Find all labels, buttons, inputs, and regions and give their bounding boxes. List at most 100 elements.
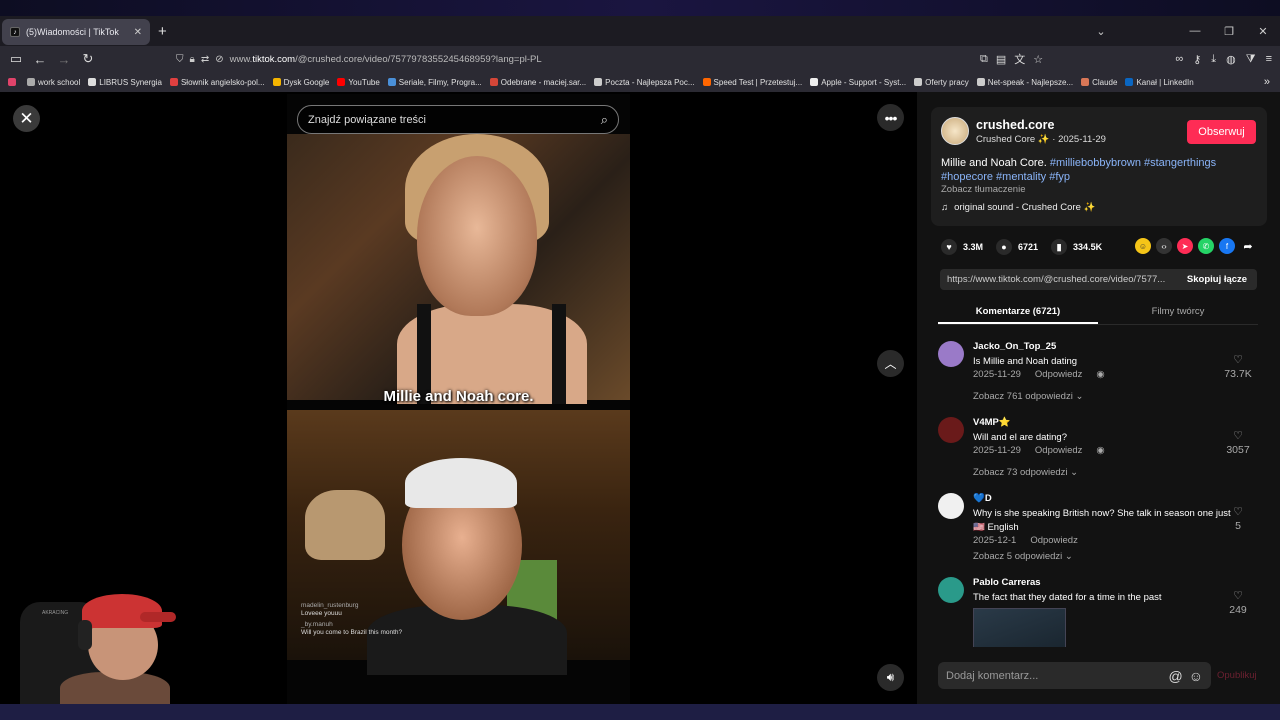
post-hashtags[interactable]: #hopecore #mentality #fyp xyxy=(941,171,1070,183)
bookmark-item[interactable]: Słownik angielsko-pol... xyxy=(169,78,265,87)
follow-button[interactable]: Obserwuj xyxy=(1187,120,1256,144)
bookmark-item[interactable]: Speed Test | Przetestuj... xyxy=(702,78,802,87)
back-button[interactable]: ← xyxy=(28,52,52,67)
bookmark-favicon-icon xyxy=(914,78,923,86)
like-button[interactable]: ♥ 3.3M xyxy=(941,239,983,255)
reader-view-icon[interactable]: ▤ xyxy=(996,53,1006,66)
commenter-avatar[interactable] xyxy=(938,341,964,367)
author-avatar[interactable] xyxy=(941,117,969,145)
more-options-button[interactable]: ••• xyxy=(877,104,904,131)
tab-close-icon[interactable]: ✕ xyxy=(134,27,142,38)
bookmark-item[interactable]: work school xyxy=(27,78,80,87)
comment-like-button[interactable]: ♡ 249 xyxy=(1218,589,1258,616)
volume-button[interactable]: 🔊︎ xyxy=(877,664,904,691)
bookmark-item[interactable]: Odebrane - maciej.sar... xyxy=(489,78,586,87)
comment-like-count: 73.7K xyxy=(1224,368,1252,380)
profile-icon[interactable]: ◍ xyxy=(1226,53,1236,66)
minimize-button[interactable]: — xyxy=(1178,25,1212,37)
address-bar[interactable]: ⛉ 🔒︎ ⇄ ⊘ www.tiktok.com/@crushed.core/vi… xyxy=(176,49,1056,69)
facebook-icon[interactable]: f xyxy=(1219,238,1235,254)
repost-icon[interactable]: ☺ xyxy=(1135,238,1151,254)
bookmark-item[interactable]: LIBRUS Synergia xyxy=(88,78,162,87)
bookmark-item[interactable]: Apple - Support - Syst... xyxy=(810,78,906,87)
commenter-name[interactable]: Jacko_On_Top_25 xyxy=(973,341,1056,352)
close-window-button[interactable]: ✕ xyxy=(1246,25,1280,38)
key-icon[interactable]: ⚷ xyxy=(1193,53,1201,66)
bookmark-favicon-icon xyxy=(976,78,985,86)
bookmarks-overflow-icon[interactable]: » xyxy=(1264,76,1270,88)
related-search-input[interactable]: Znajdź powiązane treści ⌕ xyxy=(297,105,619,134)
post-description: Millie and Noah Core. #milliebobbybrown … xyxy=(941,156,1241,184)
tab-comments[interactable]: Komentarze (6721) xyxy=(938,301,1098,324)
translate-icon[interactable]: 文 xyxy=(1014,51,1025,67)
bookmark-item[interactable]: Claude xyxy=(1081,78,1117,87)
bookmark-item[interactable]: Dysk Google xyxy=(272,78,329,87)
reply-button[interactable]: Odpowiedz xyxy=(1035,369,1083,380)
reply-button[interactable]: Odpowiedz xyxy=(1030,535,1078,546)
view-replies-button[interactable]: Zobacz 761 odpowiedzi ⌄ xyxy=(973,391,1083,402)
lock-icon[interactable]: 🔒︎ xyxy=(190,54,195,65)
autoplay-blocked-icon[interactable]: ⊘ xyxy=(215,54,223,65)
commenter-name[interactable]: Pablo Carreras xyxy=(973,577,1041,588)
author-username[interactable]: crushed.core xyxy=(976,118,1055,132)
view-replies-button[interactable]: Zobacz 73 odpowiedzi ⌄ xyxy=(973,467,1078,478)
see-translation-link[interactable]: Zobacz tłumaczenie xyxy=(941,184,1025,195)
comment-like-button[interactable]: ♡ 73.7K xyxy=(1218,353,1258,380)
commenter-avatar[interactable] xyxy=(938,417,964,443)
bookmark-item[interactable]: Seriale, Filmy, Progra... xyxy=(387,78,482,87)
comment-like-button[interactable]: ♡ 5 xyxy=(1218,505,1258,532)
copy-link-button[interactable]: Skopiuj łącze xyxy=(1177,274,1257,285)
tab-creator-videos[interactable]: Filmy twórcy xyxy=(1098,301,1258,324)
view-replies-button[interactable]: Zobacz 5 odpowiedzi ⌄ xyxy=(973,551,1073,562)
extensions-icon[interactable]: ⧩ xyxy=(1246,53,1256,66)
publish-button[interactable]: Opublikuj xyxy=(1217,670,1257,681)
close-video-button[interactable]: ✕ xyxy=(13,105,40,132)
share-arrow-icon[interactable]: ➦ xyxy=(1240,238,1256,254)
previous-video-button[interactable]: ︿ xyxy=(877,350,904,377)
comment-like-button[interactable]: ♡ 3057 xyxy=(1218,429,1258,456)
save-button[interactable]: ▮ 334.5K xyxy=(1051,239,1102,255)
whatsapp-icon[interactable]: ✆ xyxy=(1198,238,1214,254)
bookmark-item[interactable]: Oferty pracy xyxy=(914,78,969,87)
bookmark-label: LIBRUS Synergia xyxy=(99,77,162,87)
comment-image-attachment[interactable] xyxy=(973,608,1066,647)
shield-icon[interactable]: ⛉ xyxy=(176,54,184,65)
search-icon[interactable]: ⌕ xyxy=(601,112,608,128)
address-bar-actions: ⧉ ▤ 文 ☆ xyxy=(980,48,1043,70)
commenter-name[interactable]: 💙D xyxy=(973,493,992,504)
send-icon[interactable]: ➤ xyxy=(1177,238,1193,254)
menu-icon[interactable]: ≡ xyxy=(1266,53,1272,65)
reply-button[interactable]: Odpowiedz xyxy=(1035,445,1083,456)
bookmark-item[interactable]: Poczta - Najlepsza Poc... xyxy=(594,78,695,87)
comment-text: The fact that they dated for a time in t… xyxy=(973,592,1162,603)
commenter-avatar[interactable] xyxy=(938,577,964,603)
video-player[interactable]: Millie and Noah core. madelin_rustenburg… xyxy=(287,94,630,704)
new-tab-button[interactable]: + xyxy=(158,23,167,40)
sidebar-toggle-icon[interactable]: ▭ xyxy=(4,51,28,67)
post-desc-text: Millie and Noah Core. xyxy=(941,157,1047,169)
download-icon[interactable]: ⤓ xyxy=(1211,53,1216,66)
commenter-name[interactable]: V4MP⭐ xyxy=(973,417,1011,428)
embed-icon[interactable]: ‹› xyxy=(1156,238,1172,254)
restore-button[interactable]: ❐ xyxy=(1212,25,1246,38)
mention-icon[interactable]: @ xyxy=(1168,668,1182,684)
bookmark-item[interactable]: Net-speak - Najlepsze... xyxy=(976,78,1073,87)
infinity-icon[interactable]: ∞ xyxy=(1175,53,1183,65)
browser-tab-tiktok[interactable]: ♪ (5)Wiadomości | TikTok ✕ xyxy=(2,19,150,45)
post-sound[interactable]: ♫ original sound - Crushed Core ✨ xyxy=(941,202,1095,213)
comment-input[interactable]: Dodaj komentarz... @ ☺ xyxy=(938,662,1211,689)
bookmark-star-icon[interactable]: ☆ xyxy=(1033,53,1043,66)
forward-button[interactable]: → xyxy=(52,52,76,67)
comment-button[interactable]: ● 6721 xyxy=(996,239,1038,255)
bookmark-item[interactable] xyxy=(8,78,19,86)
tab-list-chevron-icon[interactable]: ⌄ xyxy=(1084,25,1118,38)
picture-in-picture-icon[interactable]: ⧉ xyxy=(980,53,988,66)
share-link-text[interactable]: https://www.tiktok.com/@crushed.core/vid… xyxy=(947,274,1177,285)
reload-button[interactable]: ↻ xyxy=(76,51,100,67)
commenter-avatar[interactable] xyxy=(938,493,964,519)
emoji-icon[interactable]: ☺ xyxy=(1189,668,1203,684)
bookmark-item[interactable]: YouTube xyxy=(337,78,380,87)
post-hashtags[interactable]: #milliebobbybrown #stangerthings xyxy=(1050,157,1216,169)
bookmark-item[interactable]: Kanał | LinkedIn xyxy=(1125,78,1194,87)
permissions-icon[interactable]: ⇄ xyxy=(201,54,209,65)
